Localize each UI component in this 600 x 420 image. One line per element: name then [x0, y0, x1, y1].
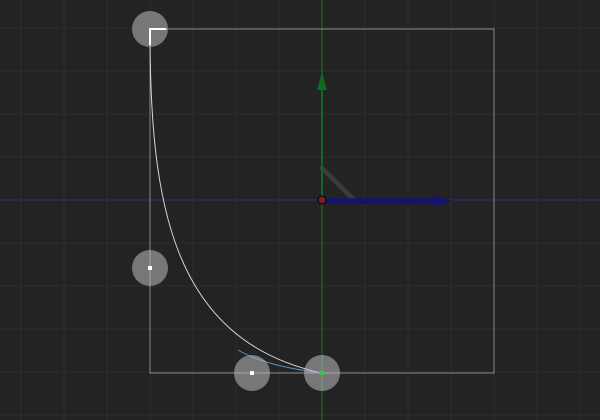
- 3d-viewport[interactable]: [0, 0, 600, 420]
- viewport-canvas[interactable]: [0, 0, 600, 420]
- point-marker: [148, 266, 152, 270]
- rotation-guide: [319, 165, 357, 203]
- x-move-gizmo[interactable]: [322, 195, 452, 207]
- pivot-point-icon[interactable]: [317, 195, 327, 205]
- arrow-right-icon[interactable]: [434, 195, 452, 207]
- control-point-bottom-right[interactable]: [304, 355, 340, 391]
- y-move-gizmo[interactable]: [317, 72, 327, 200]
- control-point-bottom-mid[interactable]: [234, 355, 270, 391]
- control-point-mid-left[interactable]: [132, 250, 168, 286]
- control-point-top-left[interactable]: [132, 11, 168, 47]
- arrow-up-icon[interactable]: [317, 72, 327, 90]
- point-marker: [320, 371, 324, 375]
- point-marker: [250, 371, 254, 375]
- background-grid: [0, 0, 600, 420]
